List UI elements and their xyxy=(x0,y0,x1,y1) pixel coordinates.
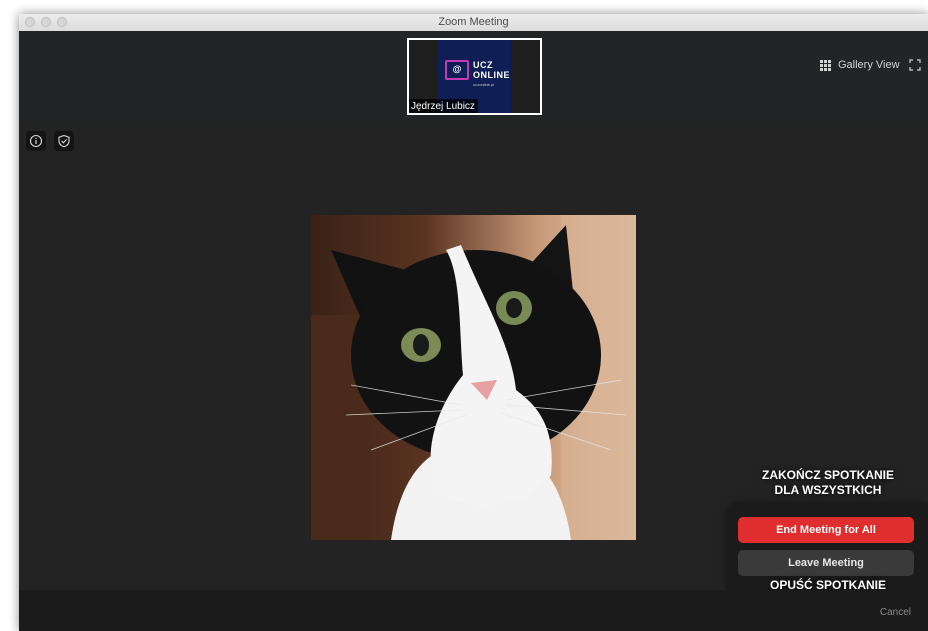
cat-photo xyxy=(311,215,636,540)
fullscreen-icon[interactable] xyxy=(909,59,921,71)
title-bar: Zoom Meeting xyxy=(19,14,928,32)
info-icon xyxy=(29,134,43,148)
logo-text: UCZ ONLINE xyxy=(473,60,510,80)
grid-icon xyxy=(820,60,831,71)
bottom-bar: Cancel xyxy=(19,590,928,631)
meeting-info-button[interactable] xyxy=(26,131,46,151)
participant-thumbnail[interactable]: @ UCZ ONLINE uczonline.pl Jędrzej Lubicz xyxy=(407,38,542,115)
participant-strip: @ UCZ ONLINE uczonline.pl Jędrzej Lubicz… xyxy=(19,31,928,122)
end-all-caption-line-1: ZAKOŃCZ SPOTKANIE xyxy=(762,468,894,482)
gallery-view-label: Gallery View xyxy=(838,59,900,71)
logo-line-1: UCZ xyxy=(473,60,493,70)
window-title: Zoom Meeting xyxy=(438,16,509,28)
security-button[interactable] xyxy=(54,131,74,151)
shield-check-icon xyxy=(58,134,70,148)
cancel-button[interactable]: Cancel xyxy=(880,607,911,618)
gallery-view-button[interactable]: Gallery View xyxy=(820,59,900,71)
end-meeting-for-all-button[interactable]: End Meeting for All xyxy=(738,517,914,543)
end-all-caption: ZAKOŃCZ SPOTKANIE DLA WSZYSTKICH xyxy=(728,468,928,498)
video-camera-icon: @ xyxy=(445,60,469,80)
zoom-window: Zoom Meeting @ UCZ ONLINE uczonline.pl J… xyxy=(19,14,928,631)
end-all-caption-line-2: DLA WSZYSTKICH xyxy=(774,483,882,497)
participant-name: Jędrzej Lubicz xyxy=(409,99,478,113)
logo-small-text: uczonline.pl xyxy=(473,82,495,87)
leave-meeting-button[interactable]: Leave Meeting xyxy=(738,550,914,576)
logo-line-2: ONLINE xyxy=(473,70,511,80)
